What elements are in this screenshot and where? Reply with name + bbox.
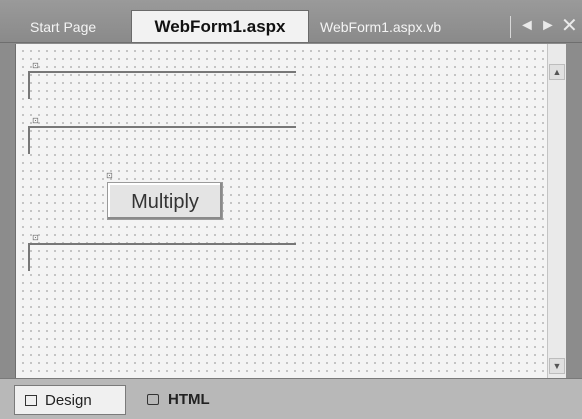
scroll-right-icon[interactable]: ► (540, 13, 556, 39)
tab-html-label: HTML (168, 391, 210, 408)
multiply-button[interactable]: Multiply (107, 182, 223, 220)
tab-start-page[interactable]: Start Page (30, 14, 96, 40)
server-control-icon: ⊡ (32, 116, 39, 125)
server-control-icon: ⊡ (106, 171, 113, 180)
view-tab-bar: Design HTML (0, 378, 582, 419)
tab-webform1-aspx[interactable]: WebForm1.aspx (131, 10, 309, 42)
tab-webform1-aspx-vb[interactable]: WebForm1.aspx.vb (320, 14, 441, 40)
scroll-down-icon[interactable]: ▼ (549, 358, 565, 374)
design-view-icon (25, 395, 37, 406)
textbox-1[interactable] (28, 71, 296, 99)
tab-design-label: Design (45, 392, 92, 409)
html-view-icon (147, 394, 159, 405)
tab-separator (510, 16, 511, 38)
tab-design[interactable]: Design (14, 385, 126, 415)
server-control-icon: ⊡ (32, 61, 39, 70)
server-control-icon: ⊡ (32, 233, 39, 242)
close-icon[interactable]: ✕ (561, 13, 578, 39)
textbox-2[interactable] (28, 126, 296, 154)
scroll-up-icon[interactable]: ▲ (549, 64, 565, 80)
scroll-left-icon[interactable]: ◄ (519, 13, 535, 39)
vertical-scrollbar[interactable]: ▲ ▼ (547, 44, 566, 378)
tab-html[interactable]: HTML (138, 385, 228, 415)
textbox-3[interactable] (28, 243, 296, 271)
design-surface[interactable]: ⊡ ⊡ ⊡ Multiply ⊡ ▲ ▼ (15, 44, 566, 378)
document-tab-strip: Start Page WebForm1.aspx WebForm1.aspx.v… (0, 0, 582, 43)
